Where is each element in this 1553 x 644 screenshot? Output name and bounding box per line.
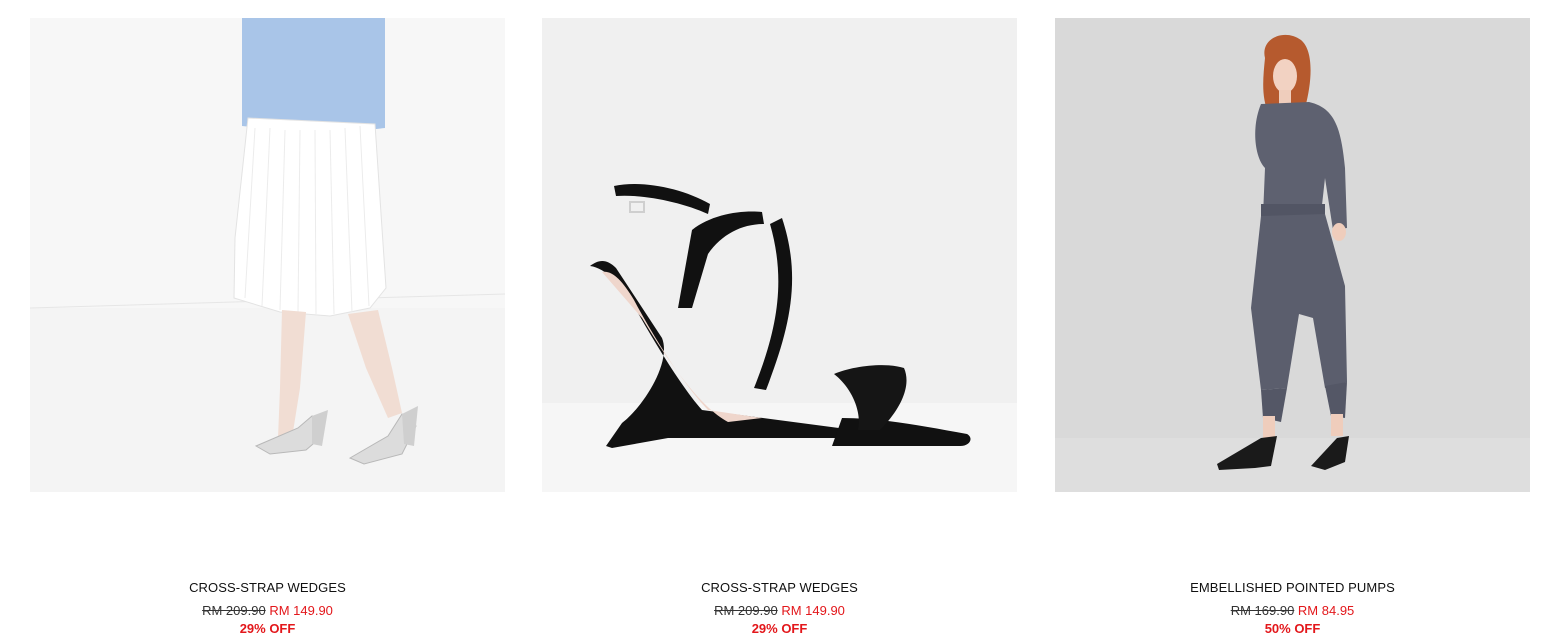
product-image[interactable] — [1055, 18, 1530, 492]
original-price: RM 209.90 — [202, 603, 266, 618]
product-card: CROSS-STRAP WEDGES RM 209.90 RM 149.90 2… — [30, 18, 505, 636]
discount-badge: 50% OFF — [1264, 621, 1321, 636]
discount-badge: 29% OFF — [239, 621, 296, 636]
original-price: RM 169.90 — [1230, 603, 1295, 618]
price-line: RM 209.90 RM 149.90 — [542, 604, 1017, 618]
product-card: CROSS-STRAP WEDGES RM 209.90 RM 149.90 2… — [542, 18, 1017, 636]
original-price: RM 209.90 — [714, 603, 778, 618]
price-line: RM 169.90 RM 84.95 — [1055, 604, 1530, 618]
discount-badge: 29% OFF — [751, 621, 808, 636]
product-grid: CROSS-STRAP WEDGES RM 209.90 RM 149.90 2… — [0, 0, 1553, 644]
product-name[interactable]: EMBELLISHED POINTED PUMPS — [1055, 580, 1530, 596]
product-card: EMBELLISHED POINTED PUMPS RM 169.90 RM 8… — [1055, 18, 1530, 636]
sale-price: RM 149.90 — [269, 603, 333, 618]
product-image[interactable] — [542, 18, 1017, 492]
product-name[interactable]: CROSS-STRAP WEDGES — [542, 580, 1017, 596]
product-info: CROSS-STRAP WEDGES RM 209.90 RM 149.90 2… — [30, 580, 505, 636]
product-info: EMBELLISHED POINTED PUMPS RM 169.90 RM 8… — [1055, 580, 1530, 636]
product-name[interactable]: CROSS-STRAP WEDGES — [30, 580, 505, 596]
price-line: RM 209.90 RM 149.90 — [30, 604, 505, 618]
sale-price: RM 84.95 — [1297, 603, 1355, 618]
sale-price: RM 149.90 — [781, 603, 845, 618]
product-image[interactable] — [30, 18, 505, 492]
product-info: CROSS-STRAP WEDGES RM 209.90 RM 149.90 2… — [542, 580, 1017, 636]
